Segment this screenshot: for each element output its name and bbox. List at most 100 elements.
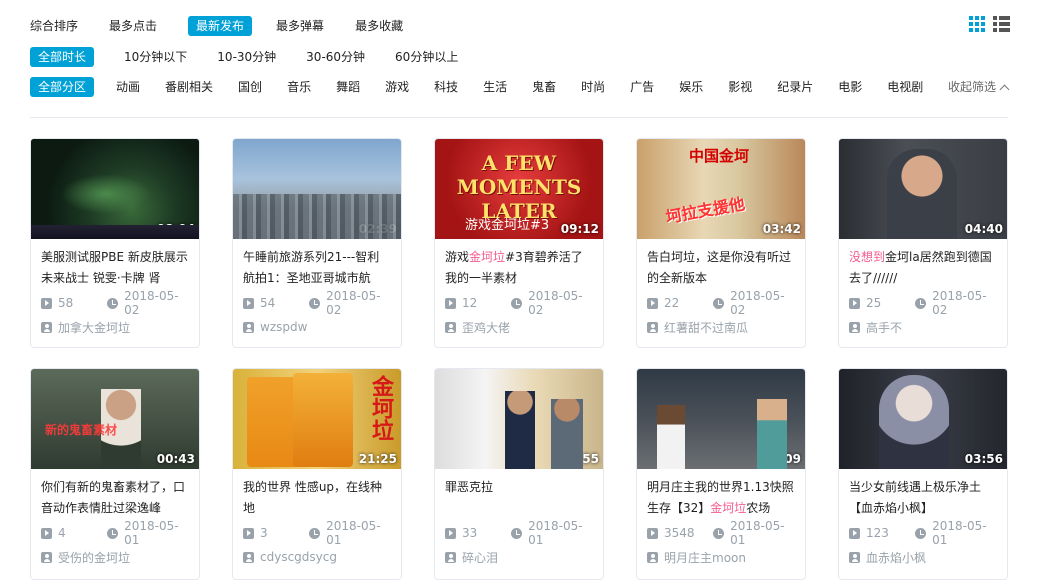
uploader[interactable]: 红薯甜不过南瓜 [647, 319, 795, 335]
uploader[interactable]: 明月庄主moon [647, 549, 795, 565]
uploader-name[interactable]: 碎心泪 [462, 549, 498, 566]
video-duration: 02:39 [358, 222, 397, 236]
uploader-icon [849, 551, 860, 563]
divider [30, 117, 1008, 118]
duration-30-60[interactable]: 30-60分钟 [306, 47, 365, 67]
video-thumbnail[interactable]: 04:40 [839, 139, 1007, 239]
video-title[interactable]: 我的世界 性感up，在线种地 [243, 477, 391, 519]
video-duration: 21:25 [358, 452, 397, 466]
video-thumbnail[interactable]: A FEW MOMENTS LATER 游戏金坷垃#3 09:12 [435, 139, 603, 239]
video-card[interactable]: 00:55 罪恶克拉 33 2018-05-01 碎心泪 [434, 368, 604, 580]
video-thumbnail[interactable]: 08:04 [31, 139, 199, 239]
uploader[interactable]: 碎心泪 [445, 549, 593, 565]
play-count-icon [41, 297, 52, 309]
uploader-name[interactable]: 红薯甜不过南瓜 [664, 319, 748, 336]
video-thumbnail[interactable]: 03:56 [839, 369, 1007, 469]
zone-item[interactable]: 番剧相关 [165, 77, 213, 97]
video-title[interactable]: 没想到金坷la居然跑到德国去了////// [849, 247, 997, 289]
video-card[interactable]: 10:09 明月庄主我的世界1.13快照生存【32】金坷垃农场 3548 2018-0… [636, 368, 806, 580]
clock-icon [511, 297, 523, 309]
video-card[interactable]: 金坷垃 21:25 我的世界 性感up，在线种地 3 2018-05-01 cdyscgd… [232, 368, 402, 580]
duration-all[interactable]: 全部时长 [30, 47, 95, 67]
sort-most-danmaku[interactable]: 最多弹幕 [276, 16, 324, 36]
uploader[interactable]: 高手不 [849, 319, 997, 335]
video-thumbnail[interactable]: 02:39 [233, 139, 401, 239]
clock-icon [309, 297, 321, 309]
sort-comprehensive[interactable]: 综合排序 [30, 16, 78, 36]
product-bag-image [293, 373, 353, 467]
uploader-icon [41, 551, 52, 563]
thumbnail-caption: A FEW MOMENTS LATER [456, 151, 582, 223]
uploader[interactable]: cdyscgdsycg [243, 549, 391, 565]
uploader-name[interactable]: cdyscgdsycg [260, 550, 337, 564]
zone-item[interactable]: 纪录片 [777, 77, 813, 97]
video-card[interactable]: A FEW MOMENTS LATER 游戏金坷垃#3 09:12 游戏金坷垃#3育碧… [434, 138, 604, 348]
zone-item[interactable]: 鬼畜 [532, 77, 556, 97]
zone-item[interactable]: 电视剧 [887, 77, 923, 97]
zone-item[interactable]: 科技 [434, 77, 458, 97]
grid-view-icon[interactable] [969, 16, 985, 32]
uploader[interactable]: 受伤的金坷垃 [41, 549, 189, 565]
video-thumbnail[interactable]: 10:09 [637, 369, 805, 469]
video-thumbnail[interactable]: 中国金坷 坷拉支援他 03:42 [637, 139, 805, 239]
uploader-icon [243, 321, 254, 333]
video-title[interactable]: 告白坷垃，这是你没有听过的全新版本 [647, 247, 795, 289]
duration-over-60[interactable]: 60分钟以上 [395, 47, 458, 67]
title-text: 我的世界 性感up，在线种地 [243, 480, 383, 515]
video-title[interactable]: 你们有新的鬼畜素材了，口音动作表情肚过梁逸峰 [41, 477, 189, 519]
upload-date: 2018-05-02 [915, 289, 997, 317]
zone-item[interactable]: 广告 [630, 77, 654, 97]
upload-date-value: 2018-05-02 [528, 289, 583, 317]
video-title[interactable]: 美服测试服PBE 新皮肤展示 未来战士 锐雯·卡牌 肾 [41, 247, 189, 289]
zone-item[interactable]: 动画 [116, 77, 140, 97]
sort-tabs: 综合排序 最多点击 最新发布 最多弹幕 最多收藏 [30, 16, 1008, 36]
uploader[interactable]: wzspdw [243, 319, 391, 335]
sort-most-clicks[interactable]: 最多点击 [109, 16, 157, 36]
video-title[interactable]: 明月庄主我的世界1.13快照生存【32】金坷垃农场 [647, 477, 795, 519]
zone-item[interactable]: 舞蹈 [336, 77, 360, 97]
video-thumbnail[interactable]: 金坷垃 21:25 [233, 369, 401, 469]
collapse-filter-button[interactable]: 收起筛选 [948, 77, 1010, 97]
uploader-name[interactable]: wzspdw [260, 320, 307, 334]
uploader-name[interactable]: 明月庄主moon [664, 549, 746, 566]
video-meta: 123 2018-05-01 [849, 519, 997, 547]
video-meta: 25 2018-05-02 [849, 289, 997, 317]
video-card[interactable]: 08:04 美服测试服PBE 新皮肤展示 未来战士 锐雯·卡牌 肾 58 2018-0… [30, 138, 200, 348]
video-title[interactable]: 当少女前线遇上极乐净土【血赤焰小枫】 [849, 477, 997, 519]
zone-item[interactable]: 电影 [838, 77, 862, 97]
uploader[interactable]: 歪鸡大佬 [445, 319, 593, 335]
video-card[interactable]: 中国金坷 坷拉支援他 03:42 告白坷垃，这是你没有听过的全新版本 22 2018-05… [636, 138, 806, 348]
zone-item[interactable]: 时尚 [581, 77, 605, 97]
uploader-name[interactable]: 歪鸡大佬 [462, 319, 510, 336]
keyword-highlight: 金坷垃 [469, 250, 506, 264]
video-thumbnail[interactable]: 新的鬼畜素材 00:43 [31, 369, 199, 469]
zone-all[interactable]: 全部分区 [30, 77, 95, 97]
sort-latest[interactable]: 最新发布 [188, 16, 253, 36]
uploader-name[interactable]: 高手不 [866, 319, 902, 336]
video-title[interactable]: 游戏金坷垃#3育碧养活了我的一半素材 [445, 247, 593, 289]
uploader-name[interactable]: 血赤焰小枫 [866, 549, 926, 566]
video-card[interactable]: 04:40 没想到金坷la居然跑到德国去了////// 25 2018-05-02 高手… [838, 138, 1008, 348]
video-title[interactable]: 午睡前旅游系列21---智利航拍1：圣地亚哥城市航拍！ [243, 247, 391, 289]
video-title[interactable]: 罪恶克拉 [445, 477, 593, 519]
zone-item[interactable]: 游戏 [385, 77, 409, 97]
zone-item[interactable]: 音乐 [287, 77, 311, 97]
video-card[interactable]: 02:39 午睡前旅游系列21---智利航拍1：圣地亚哥城市航拍！ 54 2018-0… [232, 138, 402, 348]
uploader-icon [647, 551, 658, 563]
sort-most-favorites[interactable]: 最多收藏 [355, 16, 403, 36]
uploader-name[interactable]: 加拿大金坷垃 [58, 319, 130, 336]
uploader[interactable]: 加拿大金坷垃 [41, 319, 189, 335]
zone-item[interactable]: 国创 [238, 77, 262, 97]
zone-item[interactable]: 生活 [483, 77, 507, 97]
duration-under-10[interactable]: 10分钟以下 [124, 47, 187, 67]
zone-item[interactable]: 娱乐 [679, 77, 703, 97]
uploader[interactable]: 血赤焰小枫 [849, 549, 997, 565]
uploader-name[interactable]: 受伤的金坷垃 [58, 549, 130, 566]
play-count-icon [445, 527, 456, 539]
video-thumbnail[interactable]: 00:55 [435, 369, 603, 469]
duration-10-30[interactable]: 10-30分钟 [217, 47, 276, 67]
zone-item[interactable]: 影视 [728, 77, 752, 97]
list-view-icon[interactable] [993, 16, 1010, 32]
video-card[interactable]: 新的鬼畜素材 00:43 你们有新的鬼畜素材了，口音动作表情肚过梁逸峰 4 2018-0… [30, 368, 200, 580]
video-card[interactable]: 03:56 当少女前线遇上极乐净土【血赤焰小枫】 123 2018-05-01 血赤焰小… [838, 368, 1008, 580]
